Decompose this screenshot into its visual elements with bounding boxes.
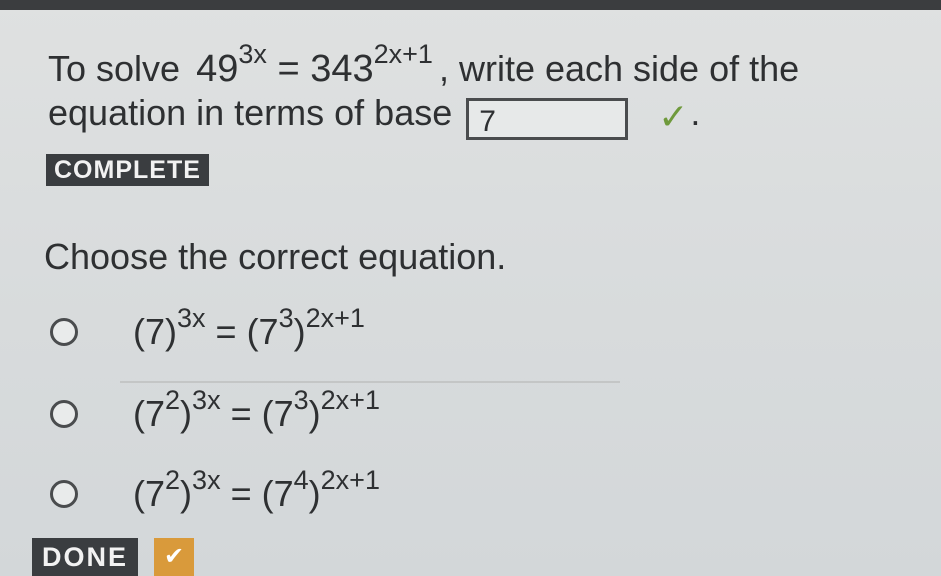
rhs-open: (7 — [246, 311, 279, 352]
question-equation: 493x = 3432x+1 — [196, 41, 433, 90]
lhs-inner-exp: 2 — [165, 385, 181, 415]
rhs-close: ) — [293, 311, 306, 352]
lhs-open: (7 — [133, 473, 166, 514]
question-line-2: equation in terms of base 7 ✓. — [48, 92, 701, 140]
equals-sign: = — [205, 311, 247, 352]
lhs-exp: 3x — [192, 465, 221, 495]
option-2[interactable]: (72)3x = (73)2x+1 — [50, 384, 380, 444]
lhs-exp: 3x — [192, 385, 221, 415]
rhs-inner-exp: 3 — [293, 385, 309, 415]
lhs-exp: 3x — [177, 303, 206, 333]
radio-button[interactable] — [50, 318, 78, 346]
radio-button[interactable] — [50, 400, 78, 428]
equals-sign: = — [220, 393, 262, 434]
done-badge: DONE ✔ — [32, 538, 195, 576]
rhs-exponent: 2x+1 — [373, 39, 433, 70]
option-1[interactable]: (7)3x = (73)2x+1 — [50, 302, 365, 362]
lhs-close: ) — [180, 473, 193, 514]
option-1-equation: (7)3x = (73)2x+1 — [133, 305, 365, 353]
check-icon: ✓ — [658, 96, 689, 137]
top-bar — [0, 0, 941, 10]
radio-button[interactable] — [50, 480, 78, 508]
equals-sign: = — [277, 48, 300, 90]
check-icon: ✔ — [154, 538, 195, 576]
rhs-inner-exp: 3 — [278, 303, 294, 333]
rhs-base: 343 — [310, 48, 374, 90]
rhs-open: (7 — [261, 473, 294, 514]
rhs-exp: 2x+1 — [305, 303, 365, 333]
rhs-exp: 2x+1 — [320, 465, 380, 495]
option-3-equation: (72)3x = (74)2x+1 — [133, 467, 380, 515]
rhs-inner-exp: 4 — [293, 465, 309, 495]
question-suffix: , write each side of the — [438, 48, 800, 89]
lhs-exponent: 3x — [238, 39, 267, 70]
option-2-equation: (72)3x = (73)2x+1 — [133, 387, 380, 435]
complete-badge: COMPLETE — [46, 154, 209, 186]
rhs-close: ) — [308, 473, 321, 514]
question-period: . — [690, 92, 701, 133]
lhs-close: ) — [180, 393, 193, 434]
lhs-base: 49 — [196, 48, 239, 90]
lhs-open: (7 — [133, 393, 166, 434]
divider — [120, 381, 620, 383]
question-prefix: To solve — [48, 48, 181, 89]
rhs-exp: 2x+1 — [320, 385, 380, 415]
question-line-1: To solve 493x = 3432x+1, write each side… — [48, 41, 800, 91]
lhs-open: (7) — [133, 311, 177, 352]
option-3[interactable]: (72)3x = (74)2x+1 — [50, 464, 380, 524]
question-line2-text: equation in terms of base — [48, 92, 453, 133]
rhs-open: (7 — [261, 393, 294, 434]
done-label: DONE — [32, 538, 139, 576]
base-answer-input[interactable]: 7 — [466, 98, 629, 140]
rhs-close: ) — [308, 393, 321, 434]
lhs-inner-exp: 2 — [165, 465, 181, 495]
question-prompt: Choose the correct equation. — [44, 236, 507, 277]
equals-sign: = — [220, 473, 262, 514]
